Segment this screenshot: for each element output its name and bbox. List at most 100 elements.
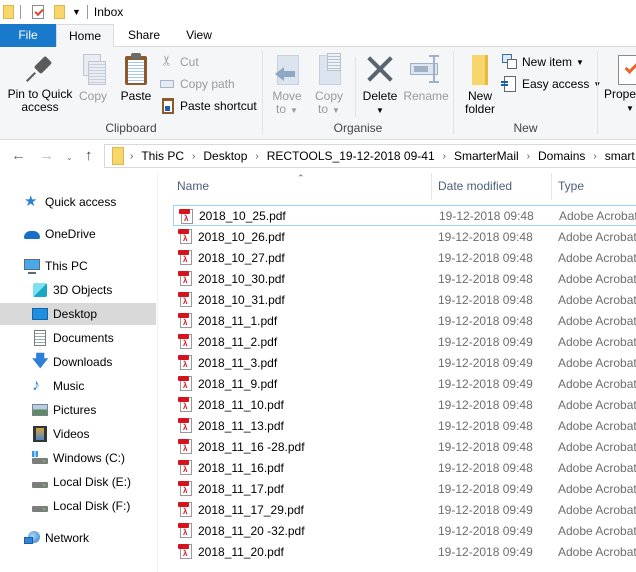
file-row[interactable]: λ 2018_10_26.pdf 19-12-2018 09:48 Adobe Acr… — [173, 226, 636, 247]
sidebar-item-onedrive[interactable]: OneDrive — [0, 223, 156, 245]
file-row[interactable]: λ 2018_11_3.pdf 19-12-2018 09:49 Adobe Acro… — [173, 352, 636, 373]
breadcrumb-chevron-icon[interactable]: › — [255, 151, 258, 162]
recent-locations-chevron-icon[interactable]: ⌄ — [66, 153, 73, 162]
sidebar-item-local-disk-f[interactable]: Local Disk (F:) — [0, 495, 156, 517]
copy-button[interactable]: Copy — [76, 53, 110, 103]
file-row[interactable]: λ 2018_11_16 -28.pdf 19-12-2018 09:48 Adobe… — [173, 436, 636, 457]
column-divider[interactable] — [551, 173, 552, 200]
file-row[interactable]: λ 2018_11_20.pdf 19-12-2018 09:49 Adobe Acr… — [173, 541, 636, 562]
music-icon: ♪ — [32, 377, 40, 394]
tab-view[interactable]: View — [176, 24, 222, 47]
breadcrumb-smartermail[interactable]: SmarterMail — [454, 149, 519, 163]
file-name: 2018_11_10.pdf — [198, 397, 284, 412]
customize-dropdown-icon[interactable]: ▼ — [72, 7, 81, 17]
tab-share[interactable]: Share — [122, 24, 166, 47]
column-divider[interactable] — [431, 173, 432, 200]
column-header-date-modified[interactable]: Date modified — [438, 179, 512, 197]
sidebar-item-network[interactable]: Network — [0, 527, 156, 549]
file-name: 2018_11_9.pdf — [198, 376, 278, 391]
paste-shortcut-button[interactable]: Paste shortcut — [160, 96, 257, 116]
file-row[interactable]: λ 2018_11_17.pdf 19-12-2018 09:49 Adobe Acr… — [173, 478, 636, 499]
file-row[interactable]: λ 2018_11_10.pdf 19-12-2018 09:48 Adobe Acr… — [173, 394, 636, 415]
chevron-down-icon: ▼ — [626, 104, 634, 113]
sidebar-item-this-pc[interactable]: This PC — [0, 255, 156, 277]
file-row[interactable]: λ 2018_11_13.pdf 19-12-2018 09:48 Adobe Acr… — [173, 415, 636, 436]
breadcrumb-chevron-icon[interactable]: › — [130, 151, 133, 162]
file-name: 2018_10_27.pdf — [198, 250, 285, 265]
clipboard-group-label: Clipboard — [105, 121, 157, 135]
easy-access-button[interactable]: Easy access ▼ — [501, 74, 601, 94]
copy-path-button[interactable]: Copy path — [160, 74, 235, 94]
breadcrumb-rectools[interactable]: RECTOOLS_19-12-2018 09-41 — [267, 149, 435, 163]
paste-button[interactable]: Paste — [117, 53, 155, 103]
breadcrumb-desktop[interactable]: Desktop — [203, 149, 247, 163]
new-folder-button[interactable]: New folder — [458, 53, 502, 116]
column-header-type[interactable]: Type — [558, 179, 584, 197]
sidebar-item-documents[interactable]: Documents — [0, 327, 156, 349]
rename-button[interactable]: Rename — [402, 53, 450, 103]
sidebar-item-label: Documents — [53, 331, 114, 345]
tab-file[interactable]: File — [0, 24, 56, 47]
sidebar-item-label: Videos — [53, 427, 90, 441]
file-name: 2018_11_1.pdf — [198, 313, 278, 328]
new-item-button[interactable]: New item ▼ — [502, 52, 584, 72]
file-date-modified: 19-12-2018 09:48 — [438, 250, 533, 265]
breadcrumb-smart[interactable]: smart — [605, 149, 635, 163]
file-row[interactable]: λ 2018_10_27.pdf 19-12-2018 09:48 Adobe Acr… — [173, 247, 636, 268]
breadcrumb-chevron-icon[interactable]: › — [593, 151, 596, 162]
file-name: 2018_11_17.pdf — [198, 481, 284, 496]
file-type: Adobe Acrobat — [558, 523, 636, 538]
file-row[interactable]: λ 2018_10_25.pdf 19-12-2018 09:48 Adobe Acr… — [173, 205, 636, 226]
cut-button[interactable]: Cut — [160, 52, 199, 72]
sidebar-item-videos[interactable]: Videos — [0, 423, 156, 445]
address-bar[interactable]: › This PC › Desktop › RECTOOLS_19-12-201… — [104, 144, 636, 168]
breadcrumb-this-pc[interactable]: This PC — [141, 149, 184, 163]
new-folder-icon[interactable] — [54, 5, 65, 19]
onedrive-cloud-icon — [24, 226, 40, 242]
windows-drive-icon — [32, 450, 48, 466]
file-row[interactable]: λ 2018_11_17_29.pdf 19-12-2018 09:49 Adobe … — [173, 499, 636, 520]
pin-to-quick-access-button[interactable]: Pin to Quick access — [4, 53, 76, 114]
sidebar-item-desktop[interactable]: Desktop — [0, 303, 156, 325]
file-name: 2018_10_30.pdf — [198, 271, 285, 286]
paste-shortcut-label: Paste shortcut — [180, 99, 257, 113]
breadcrumb-domains[interactable]: Domains — [538, 149, 585, 163]
delete-button[interactable]: Delete ▼ — [359, 53, 401, 117]
copy-to-button[interactable]: Copy to ▼ — [311, 53, 347, 117]
move-to-button[interactable]: Move to ▼ — [269, 53, 305, 117]
sidebar-item-3d-objects[interactable]: 3D Objects — [0, 279, 156, 301]
forward-arrow-icon[interactable]: → — [39, 147, 54, 164]
sidebar-item-windows-c[interactable]: Windows (C:) — [0, 447, 156, 469]
sidebar-item-music[interactable]: ♪ Music — [0, 375, 156, 397]
file-row[interactable]: λ 2018_11_9.pdf 19-12-2018 09:49 Adobe Acro… — [173, 373, 636, 394]
file-row[interactable]: λ 2018_11_2.pdf 19-12-2018 09:49 Adobe Acro… — [173, 331, 636, 352]
file-date-modified: 19-12-2018 09:48 — [438, 271, 533, 286]
sidebar-item-downloads[interactable]: 🡇 Downloads — [0, 351, 156, 373]
copy-path-icon — [160, 76, 176, 92]
file-row[interactable]: λ 2018_10_31.pdf 19-12-2018 09:48 Adobe Acr… — [173, 289, 636, 310]
back-arrow-icon[interactable]: ← — [11, 147, 26, 164]
file-row[interactable]: λ 2018_10_30.pdf 19-12-2018 09:48 Adobe Acr… — [173, 268, 636, 289]
drive-icon — [32, 498, 48, 514]
tab-home[interactable]: Home — [56, 24, 114, 48]
pdf-file-icon: λ — [178, 291, 192, 307]
up-arrow-icon[interactable]: ↑ — [85, 147, 93, 164]
new-group-label: New — [513, 121, 538, 135]
properties-button[interactable]: Prope ▼ — [604, 53, 636, 115]
pdf-file-icon: λ — [178, 249, 192, 265]
file-row[interactable]: λ 2018_11_20 -32.pdf 19-12-2018 09:49 Adobe… — [173, 520, 636, 541]
file-row[interactable]: λ 2018_11_1.pdf 19-12-2018 09:48 Adobe Acro… — [173, 310, 636, 331]
column-header-name[interactable]: Name — [177, 179, 209, 197]
file-row[interactable]: λ 2018_11_16.pdf 19-12-2018 09:48 Adobe Acr… — [173, 457, 636, 478]
delete-label: Delete — [362, 89, 398, 103]
sidebar-item-quick-access[interactable]: ★ Quick access — [0, 191, 156, 213]
sidebar-item-pictures[interactable]: Pictures — [0, 399, 156, 421]
chevron-down-icon: ▼ — [576, 57, 584, 67]
scissors-icon — [160, 54, 176, 70]
breadcrumb-chevron-icon[interactable]: › — [527, 151, 530, 162]
breadcrumb-chevron-icon[interactable]: › — [192, 151, 195, 162]
pdf-file-icon: λ — [178, 459, 192, 475]
sidebar-item-local-disk-e[interactable]: Local Disk (E:) — [0, 471, 156, 493]
breadcrumb-chevron-icon[interactable]: › — [443, 151, 446, 162]
properties-icon[interactable] — [32, 5, 44, 19]
